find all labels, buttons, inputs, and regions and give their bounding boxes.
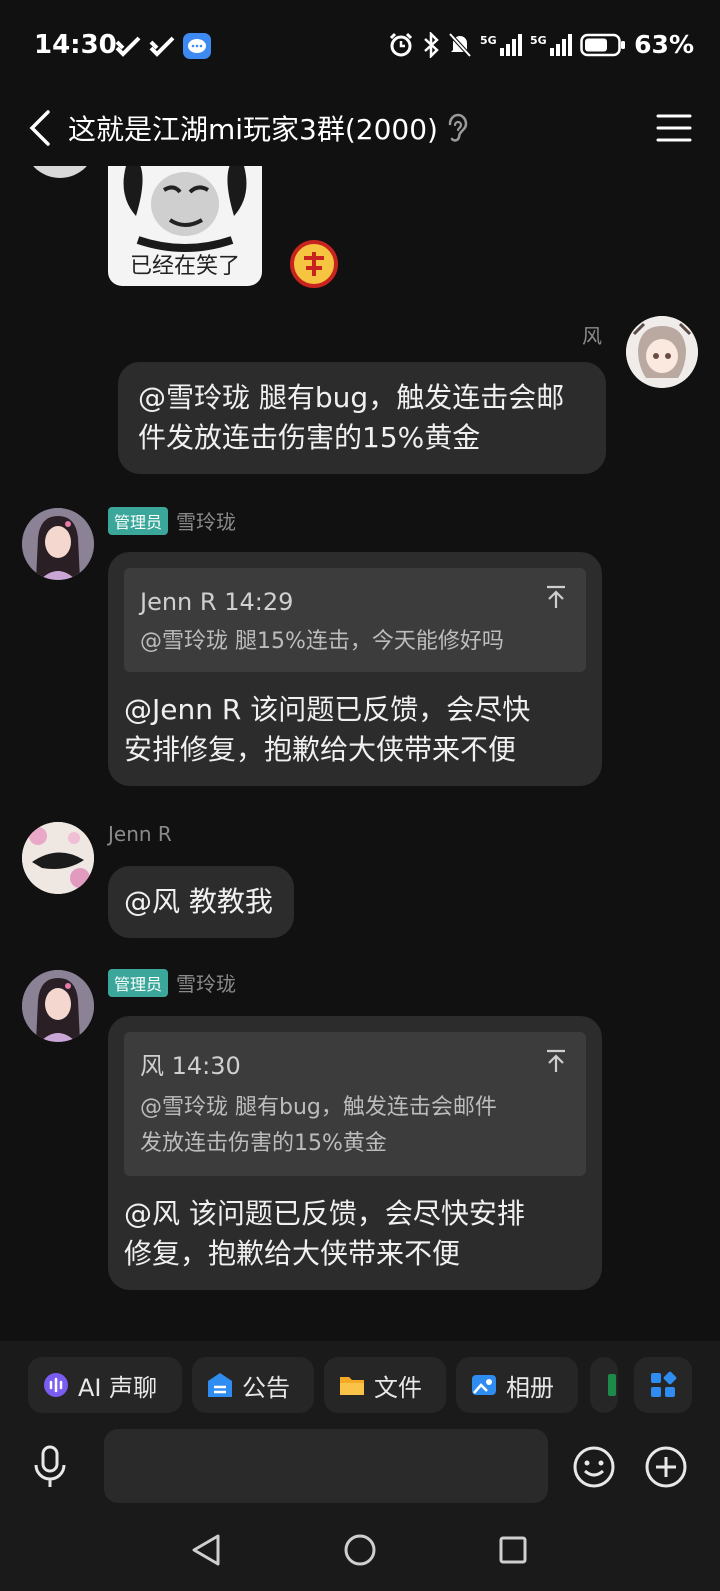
panda-face-sticker-icon [123, 166, 247, 252]
message-text-line: @Jenn R 该问题已反馈，会尽快 [124, 693, 531, 726]
sender-name: Jenn R [108, 822, 172, 846]
message-bubble[interactable]: Jenn R 14:29 @雪玲珑 腿15%连击，今天能修好吗 @Jenn R … [108, 552, 602, 786]
anime-girl-avatar-icon [626, 316, 698, 388]
quoted-message[interactable]: 风 14:30 @雪玲珑 腿有bug，触发连击会邮件 发放连击伤害的15%黄金 [124, 1032, 586, 1176]
mute-bell-icon [448, 32, 472, 57]
app-notification-icon [115, 36, 141, 57]
status-bar: 14:30 5G 5G 63% [0, 0, 720, 90]
chat-message-list[interactable]: 已经在笑了 风 @雪玲珑 腿有bug，触发连击会邮 件发放连击伤害的15%黄金 … [0, 166, 720, 1341]
app-notification-icon [149, 36, 175, 57]
more-tool-chip[interactable] [590, 1357, 618, 1413]
tool-label: AI 声聊 [78, 1373, 158, 1402]
bluetooth-icon [424, 31, 439, 58]
quick-tools-bar: AI 声聊 公告 文件 相册 [0, 1341, 720, 1429]
apps-grid-icon [651, 1371, 677, 1397]
quote-body: @雪玲珑 腿有bug，触发连击会邮件 [140, 1095, 497, 1120]
sender-info: 管理员 雪玲珑 [108, 506, 236, 535]
add-icon[interactable] [644, 1445, 688, 1489]
message-bubble[interactable]: @雪玲珑 腿有bug，触发连击会邮 件发放连击伤害的15%黄金 [118, 362, 606, 474]
sender-info: 管理员 雪玲珑 [108, 968, 236, 997]
partial-tool-icon [608, 1374, 616, 1396]
sender-name: 风 [582, 324, 602, 348]
chat-title[interactable]: 这就是江湖mi玩家3群(2000) [68, 108, 438, 148]
announcement-icon [208, 1373, 232, 1397]
signal-5g-icon: 5G [530, 33, 573, 56]
admin-badge: 管理员 [108, 506, 169, 535]
battery-icon [580, 33, 626, 56]
menu-icon[interactable] [654, 108, 694, 148]
folder-icon [340, 1377, 364, 1395]
announcement-button[interactable]: 公告 [192, 1357, 314, 1413]
ai-voice-icon [44, 1373, 68, 1397]
message-text-line: 修复，抱歉给大侠带来不便 [124, 1237, 461, 1270]
jump-to-top-icon[interactable] [544, 584, 568, 610]
message-text-line: @风 该问题已反馈，会尽快安排 [124, 1197, 525, 1230]
tool-label: 文件 [374, 1373, 422, 1402]
svg-text:5G: 5G [480, 34, 497, 47]
message-text-line: @雪玲珑 腿有bug，触发连击会邮 [138, 381, 565, 414]
svg-text:5G: 5G [530, 34, 547, 47]
message-bubble[interactable]: 风 14:30 @雪玲珑 腿有bug，触发连击会邮件 发放连击伤害的15%黄金 … [108, 1016, 602, 1290]
ear-icon[interactable] [444, 110, 472, 146]
message-input[interactable] [104, 1429, 548, 1503]
quote-header: Jenn R 14:29 [140, 588, 294, 616]
status-system-icons: 5G 5G 63% [388, 30, 694, 59]
nav-back-icon[interactable] [190, 1533, 222, 1567]
sticker-caption: 已经在笑了 [129, 254, 240, 279]
tool-label: 公告 [242, 1373, 290, 1402]
quote-body: @雪玲珑 腿15%连击，今天能修好吗 [140, 629, 504, 654]
emoji-icon[interactable] [572, 1445, 616, 1489]
message-text-line: 件发放连击伤害的15%黄金 [138, 421, 481, 454]
avatar[interactable] [626, 316, 698, 388]
microphone-icon[interactable] [30, 1443, 70, 1491]
quote-header: 风 14:30 [140, 1052, 241, 1080]
character-avatar-icon [22, 508, 94, 580]
sender-name: 雪玲珑 [176, 510, 237, 534]
avatar[interactable] [24, 166, 96, 178]
sticker-message[interactable]: 已经在笑了 [108, 166, 262, 286]
nav-home-icon[interactable] [343, 1533, 377, 1567]
avatar[interactable] [22, 822, 94, 894]
album-button[interactable]: 相册 [456, 1357, 578, 1413]
apps-button[interactable] [634, 1357, 692, 1413]
chat-header: 这就是江湖mi玩家3群(2000) [0, 90, 720, 166]
system-nav-bar [0, 1511, 720, 1591]
jump-to-top-icon[interactable] [544, 1048, 568, 1074]
alarm-icon [390, 32, 413, 56]
status-time: 14:30 [34, 30, 117, 60]
message-bubble[interactable]: @风 教教我 [108, 866, 294, 938]
back-arrow-icon[interactable] [22, 104, 62, 152]
avatar[interactable] [22, 970, 94, 1042]
ai-voice-chat-button[interactable]: AI 声聊 [28, 1357, 182, 1413]
sender-name: 雪玲珑 [176, 972, 237, 996]
tool-label: 相册 [506, 1373, 554, 1402]
signal-5g-icon: 5G [480, 33, 523, 56]
quoted-message[interactable]: Jenn R 14:29 @雪玲珑 腿15%连击，今天能修好吗 [124, 568, 586, 672]
message-input-row [0, 1429, 720, 1511]
album-icon [472, 1375, 496, 1395]
quote-body: 发放连击伤害的15%黄金 [140, 1131, 387, 1156]
character-avatar-icon [22, 970, 94, 1042]
battery-percent: 63% [634, 30, 694, 59]
reaction-badge-icon[interactable] [290, 240, 338, 288]
admin-badge: 管理员 [108, 968, 169, 997]
message-text-line: 安排修复，抱歉给大侠带来不便 [124, 733, 517, 766]
status-notification-icons [114, 32, 212, 60]
files-button[interactable]: 文件 [324, 1357, 446, 1413]
nav-recents-icon[interactable] [498, 1535, 528, 1565]
message-app-icon [183, 33, 211, 59]
flower-avatar-icon [22, 822, 94, 894]
message-text: @风 教教我 [124, 885, 273, 918]
avatar[interactable] [22, 508, 94, 580]
